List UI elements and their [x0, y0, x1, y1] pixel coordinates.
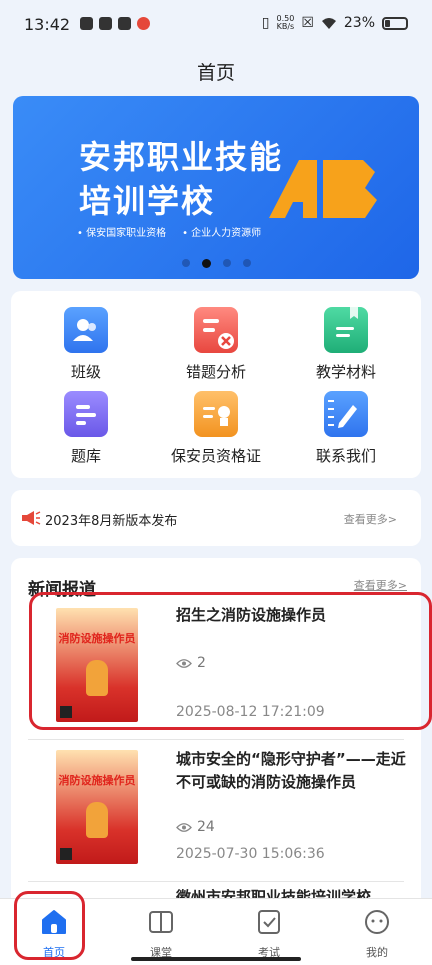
grid-item-teaching-material[interactable]: 教学材料 [286, 307, 406, 382]
wifi-icon [321, 17, 336, 29]
tab-exam[interactable]: 考试 [229, 909, 309, 960]
banner-title-line2: 培训学校 [79, 182, 216, 220]
news-more-link[interactable]: 查看更多> [354, 577, 407, 593]
net-speed: 0.50 KB/s [276, 14, 295, 31]
news-item[interactable]: 消防设施操作员 城市安全的“隐形守护者”——走近不可或缺的消防设施操作员 24 … [11, 748, 421, 893]
highlight-home-tab [14, 891, 85, 960]
grid-label: 联系我们 [315, 447, 376, 465]
carousel-dot[interactable] [242, 259, 251, 267]
book-icon [149, 911, 173, 933]
grid-item-class[interactable]: 班级 [26, 307, 146, 382]
question-bank-icon [64, 391, 108, 437]
notice-more-link[interactable]: 查看更多> [344, 511, 397, 527]
weibo-notification-icon [137, 17, 150, 30]
notice-text: 2023年8月新版本发布 [45, 514, 178, 529]
status-bar: 13:42 ▯ 0.50 KB/s ☒ 23% [0, 0, 432, 52]
feature-grid: 班级 错题分析 教学材料 题库 保安员资格证 联系我们 [11, 291, 421, 478]
grid-item-contact[interactable]: 联系我们 [286, 391, 406, 466]
profile-icon [365, 910, 389, 934]
class-icon [64, 307, 108, 353]
vibrate-icon: ▯ [261, 15, 270, 31]
tab-profile[interactable]: 我的 [337, 909, 417, 960]
grid-item-question-bank[interactable]: 题库 [26, 391, 146, 466]
ab-logo-icon [269, 160, 377, 218]
firefighter-figure [86, 802, 108, 838]
teaching-material-icon [324, 307, 368, 353]
battery-percent: 23% [343, 15, 375, 31]
news-views: 24 [176, 819, 215, 835]
notification-icons [80, 17, 150, 30]
grid-label: 保安员资格证 [170, 447, 261, 465]
gesture-bar [131, 957, 301, 961]
notice-bar[interactable]: 2023年8月新版本发布 查看更多> [11, 490, 421, 546]
divider [28, 881, 404, 882]
page-title: 首页 [196, 62, 235, 84]
certificate-icon [194, 391, 238, 437]
battery-icon [382, 16, 408, 30]
carousel-dot-active[interactable] [201, 259, 211, 268]
divider [28, 739, 404, 740]
carousel-dots [13, 259, 419, 268]
speaker-icon [22, 511, 41, 525]
carousel-dot[interactable] [181, 259, 190, 267]
news-thumbnail: 消防设施操作员 [56, 750, 138, 864]
tab-classroom[interactable]: 课堂 [121, 909, 201, 960]
grid-label: 教学材料 [315, 363, 376, 381]
grid-label: 题库 [70, 447, 101, 465]
app-notification-icon [80, 17, 93, 30]
status-time: 13:42 [24, 15, 71, 34]
grid-item-error-analysis[interactable]: 错题分析 [156, 307, 276, 382]
grid-label: 班级 [70, 363, 101, 381]
highlight-news-item [29, 592, 432, 730]
grid-label: 错题分析 [185, 363, 246, 381]
banner-title-line1: 安邦职业技能 [79, 138, 284, 176]
banner-tag: • 保安国家职业资格 [77, 228, 167, 239]
error-analysis-icon [194, 307, 238, 353]
link-notification-icon [118, 17, 131, 30]
news-title[interactable]: 徽州市安邦职业技能培训学校 [176, 886, 406, 898]
banner-carousel[interactable]: 安邦职业技能 培训学校 • 保安国家职业资格 • 企业人力资源师 [13, 96, 419, 279]
banner-tag: • 企业人力资源师 [182, 228, 262, 239]
exam-icon [258, 910, 280, 934]
news-date: 2025-07-30 15:06:36 [176, 846, 325, 862]
mail-notification-icon [99, 17, 112, 30]
qr-code-icon [60, 848, 72, 860]
mute-icon: ☒ [301, 15, 314, 31]
carousel-dot[interactable] [222, 259, 231, 267]
news-title: 城市安全的“隐形守护者”——走近不可或缺的消防设施操作员 [176, 750, 406, 791]
eye-icon [176, 822, 192, 832]
grid-item-certificate[interactable]: 保安员资格证 [156, 391, 276, 466]
contact-icon [324, 391, 368, 437]
